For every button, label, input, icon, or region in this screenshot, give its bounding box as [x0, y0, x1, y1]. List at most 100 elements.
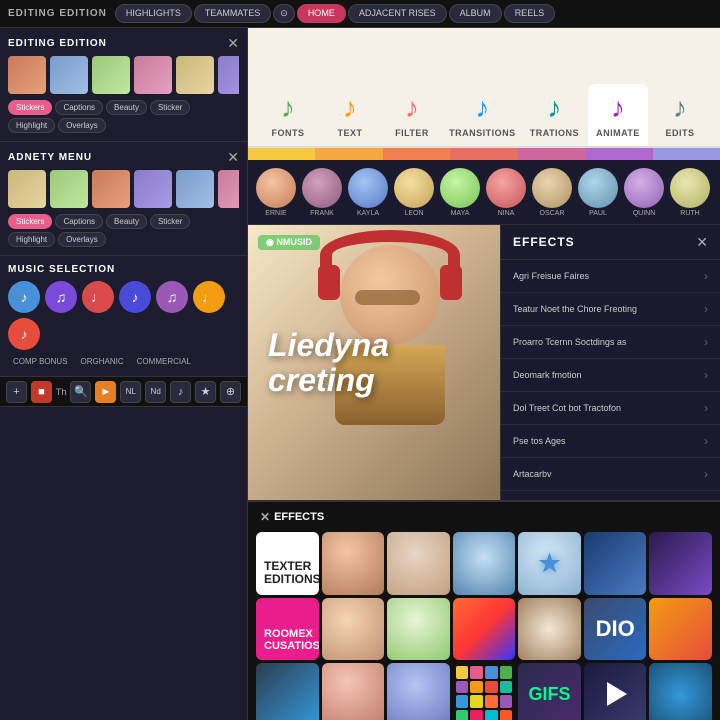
effect-card-3[interactable] [387, 532, 450, 595]
avatar-item-4[interactable]: LEON [394, 168, 434, 217]
photo-thumb-6[interactable] [218, 56, 239, 94]
adnety-subtab-5[interactable]: Highlight [8, 232, 55, 247]
avatar-item-2[interactable]: FRANK [302, 168, 342, 217]
music-tab-organic[interactable]: ORGHANIC [76, 355, 129, 368]
effect-card-8[interactable] [322, 598, 385, 661]
video-preview[interactable]: ◉ NMUSID Liedyna creting [248, 225, 500, 500]
music-circle-6[interactable]: ♩ [193, 281, 225, 313]
adnety-section-close[interactable]: ✕ [227, 150, 239, 164]
effect-card-gifs[interactable]: GIFS [518, 663, 581, 720]
roomex-card[interactable]: ROOMEXCUSATIOS [256, 598, 319, 661]
effect-card-12[interactable]: DIO [584, 598, 647, 661]
tab-teammates[interactable]: TEAMMATES [194, 4, 271, 23]
effect-card-4[interactable] [453, 532, 516, 595]
effect-card-video[interactable] [584, 663, 647, 720]
tab-animate[interactable]: ♪ ANIMATE [588, 84, 648, 146]
editing-section-close[interactable]: ✕ [227, 36, 239, 50]
adnety-photo-3[interactable] [92, 170, 130, 208]
adnety-photo-4[interactable] [134, 170, 172, 208]
avatar-7[interactable] [532, 168, 572, 208]
adnety-subtab-2[interactable]: Captions [55, 214, 103, 229]
timeline-btn-music[interactable]: ♪ [170, 381, 191, 403]
subtab-beauty[interactable]: Beauty [106, 100, 147, 115]
timeline-btn-star[interactable]: ★ [195, 381, 216, 403]
search-timeline[interactable]: 🔍 [70, 381, 91, 403]
tab-trations[interactable]: ♪ TRATIONS [523, 84, 586, 146]
effect-card-6[interactable] [584, 532, 647, 595]
tab-transitions[interactable]: ♪ TRANSITIONS [444, 84, 521, 146]
effect-card-14[interactable] [256, 663, 319, 720]
avatar-item-1[interactable]: ERNIE [256, 168, 296, 217]
effect-card-mosaic[interactable] [453, 663, 516, 720]
tab-toggle[interactable]: ⊙ [273, 4, 295, 23]
subtab-stickers[interactable]: Stickers [8, 100, 52, 115]
color-2[interactable] [315, 148, 382, 160]
music-circle-3[interactable]: ♩ [82, 281, 114, 313]
music-circle-5[interactable]: ♫ [156, 281, 188, 313]
text-edition-card[interactable]: TEXTEREDITIONS [256, 532, 319, 595]
avatar-item-9[interactable]: QUINN [624, 168, 664, 217]
adnety-photo-5[interactable] [176, 170, 214, 208]
color-3[interactable] [383, 148, 450, 160]
avatar-item-6[interactable]: NINA [486, 168, 526, 217]
effect-card-21[interactable] [649, 663, 712, 720]
tab-fonts[interactable]: ♪ FONTS [258, 84, 318, 146]
effects-item-8[interactable]: Brocnantoon Aontions › [501, 491, 720, 500]
music-circle-2[interactable]: ♫ [45, 281, 77, 313]
effect-card-10[interactable] [453, 598, 516, 661]
effects-item-6[interactable]: Pse tos Ages › [501, 425, 720, 458]
effects-panel-close[interactable]: ✕ [696, 235, 708, 249]
adnety-photo-2[interactable] [50, 170, 88, 208]
avatar-item-5[interactable]: MAYA [440, 168, 480, 217]
tab-adjacent[interactable]: ADJACENT RISES [348, 4, 447, 23]
effect-card-star[interactable]: ★ [518, 532, 581, 595]
color-5[interactable] [518, 148, 585, 160]
photo-thumb-4[interactable] [134, 56, 172, 94]
photo-thumb-5[interactable] [176, 56, 214, 94]
effect-card-11[interactable] [518, 598, 581, 661]
music-circle-7[interactable]: ♪ [8, 318, 40, 350]
color-7[interactable] [653, 148, 720, 160]
subtab-overlays[interactable]: Overlays [58, 118, 106, 133]
effect-card-13[interactable] [649, 598, 712, 661]
tab-edits[interactable]: ♪ EDITS [650, 84, 710, 146]
music-circle-4[interactable]: ♪ [119, 281, 151, 313]
effect-card-9[interactable] [387, 598, 450, 661]
avatar-8[interactable] [578, 168, 618, 208]
effect-card-16[interactable] [387, 663, 450, 720]
adnety-photo-1[interactable] [8, 170, 46, 208]
effect-card-7[interactable] [649, 532, 712, 595]
effect-card-2[interactable] [322, 532, 385, 595]
tab-album[interactable]: ALBUM [449, 4, 502, 23]
color-4[interactable] [450, 148, 517, 160]
color-1[interactable] [248, 148, 315, 160]
subtab-captions[interactable]: Captions [55, 100, 103, 115]
music-circle-1[interactable]: ♪ [8, 281, 40, 313]
avatar-4[interactable] [394, 168, 434, 208]
adnety-subtab-6[interactable]: Overlays [58, 232, 106, 247]
bottom-close-icon[interactable]: ✕ [260, 510, 270, 524]
subtab-highlight[interactable]: Highlight [8, 118, 55, 133]
effects-item-1[interactable]: Agri Freisue Faires › [501, 260, 720, 293]
music-tab-comp[interactable]: COMP BONUS [8, 355, 73, 368]
timeline-btn-nl[interactable]: NL [120, 381, 141, 403]
photo-thumb-1[interactable] [8, 56, 46, 94]
avatar-9[interactable] [624, 168, 664, 208]
avatar-1[interactable] [256, 168, 296, 208]
photo-thumb-2[interactable] [50, 56, 88, 94]
tab-highlights[interactable]: HIGHLIGHTS [115, 4, 192, 23]
timeline-btn-add2[interactable]: ⊕ [220, 381, 241, 403]
adnety-photo-6[interactable] [218, 170, 239, 208]
effect-card-15[interactable] [322, 663, 385, 720]
music-tab-commercial[interactable]: COMMERCIAL [132, 355, 196, 368]
stop-btn[interactable]: ■ [31, 381, 52, 403]
timeline-btn-nd[interactable]: Nd [145, 381, 166, 403]
avatar-item-7[interactable]: OSCAR [532, 168, 572, 217]
effects-item-3[interactable]: Proarro Tcernn Soctdings as › [501, 326, 720, 359]
avatar-3[interactable] [348, 168, 388, 208]
color-6[interactable] [585, 148, 652, 160]
tab-home[interactable]: HOME [297, 4, 346, 23]
adnety-subtab-1[interactable]: Stickers [8, 214, 52, 229]
effects-item-5[interactable]: Dol Treet Cot bot Tractofon › [501, 392, 720, 425]
avatar-2[interactable] [302, 168, 342, 208]
